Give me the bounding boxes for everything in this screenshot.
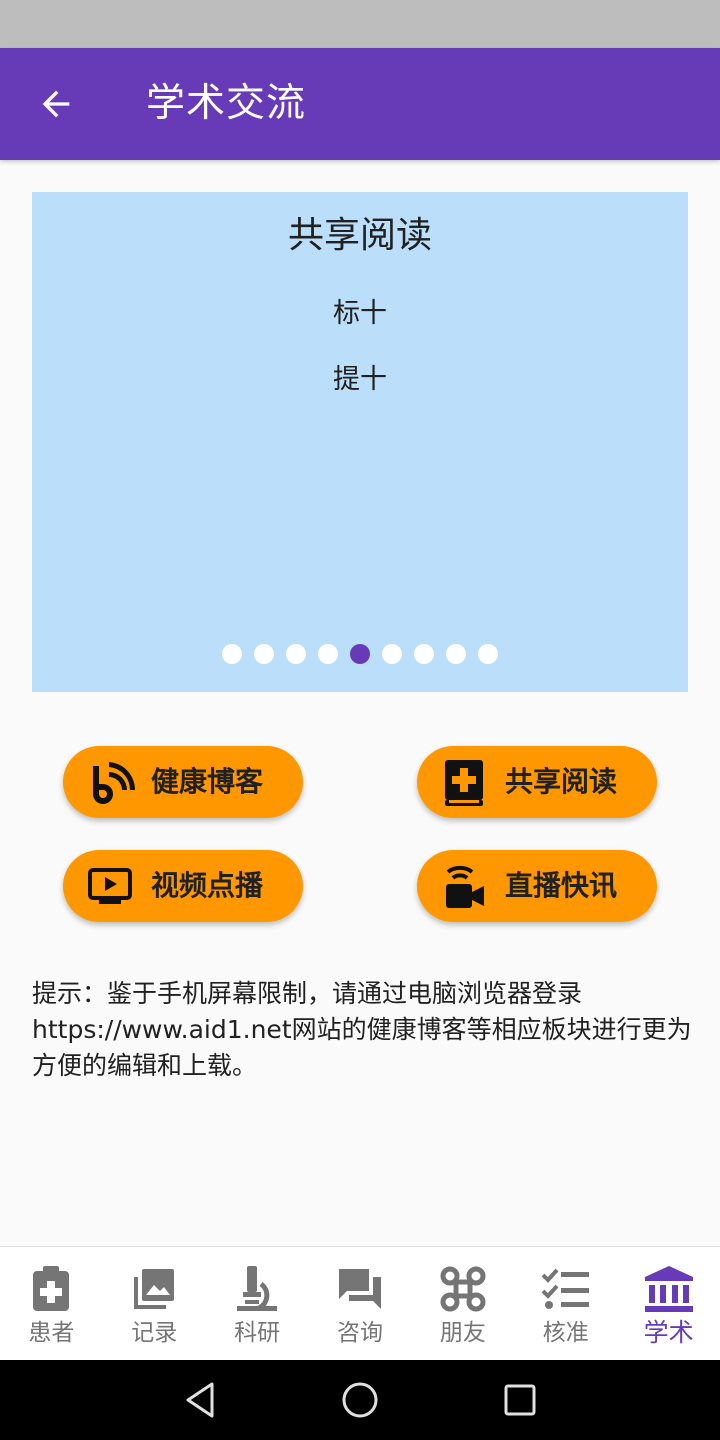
live-news-label: 直播快讯 — [505, 869, 618, 902]
bottom-navigation: 患者 记录 科研 咨询 朋友 核准 学术 — [0, 1246, 720, 1361]
nav-item-friends[interactable]: 朋友 — [411, 1247, 514, 1361]
system-home-button[interactable] — [336, 1376, 384, 1424]
carousel-dot[interactable] — [478, 644, 498, 664]
nav-item-patients[interactable]: 患者 — [0, 1247, 103, 1361]
circle-home-icon — [342, 1382, 378, 1418]
nav-item-consult[interactable]: 咨询 — [309, 1247, 412, 1361]
checklist-icon — [540, 1263, 592, 1315]
nav-label: 学术 — [643, 1318, 694, 1347]
system-navigation-bar — [0, 1360, 720, 1440]
carousel-title: 共享阅读 — [287, 215, 432, 256]
video-play-icon — [85, 862, 135, 912]
triangle-back-icon — [186, 1382, 214, 1418]
system-back-button[interactable] — [176, 1376, 224, 1424]
health-blog-button[interactable]: 健康博客 — [63, 746, 303, 818]
square-recents-icon — [504, 1384, 536, 1416]
carousel-dot[interactable] — [414, 644, 434, 664]
carousel-line-1: 标十 — [333, 298, 387, 329]
carousel-dot[interactable] — [318, 644, 338, 664]
live-camera-icon — [439, 862, 489, 912]
nav-label: 核准 — [542, 1320, 589, 1346]
nav-item-records[interactable]: 记录 — [103, 1247, 206, 1361]
shared-reading-label: 共享阅读 — [505, 765, 618, 798]
command-icon — [437, 1263, 489, 1315]
status-bar — [0, 0, 720, 48]
nav-label: 咨询 — [337, 1320, 383, 1346]
back-button[interactable] — [24, 72, 88, 136]
nav-label: 患者 — [28, 1320, 75, 1346]
chat-bubbles-icon — [334, 1263, 386, 1315]
rss-blog-icon — [85, 758, 135, 808]
video-on-demand-label: 视频点播 — [151, 869, 264, 902]
carousel-dot[interactable] — [382, 644, 402, 664]
carousel-dot[interactable] — [222, 644, 242, 664]
carousel-dot[interactable] — [286, 644, 306, 664]
carousel-dot[interactable] — [446, 644, 466, 664]
microscope-icon — [231, 1263, 283, 1315]
carousel-dot[interactable] — [254, 644, 274, 664]
nav-label: 科研 — [234, 1320, 281, 1346]
health-blog-label: 健康博客 — [151, 765, 264, 798]
carousel-line-2: 提十 — [333, 364, 387, 395]
photo-library-icon — [128, 1263, 180, 1315]
carousel-banner[interactable]: 共享阅读 标十 提十 — [32, 192, 688, 692]
system-recents-button[interactable] — [496, 1376, 544, 1424]
nav-item-academic[interactable]: 学术 — [617, 1247, 720, 1361]
medical-book-icon — [439, 758, 489, 808]
video-on-demand-button[interactable]: 视频点播 — [63, 850, 303, 922]
nav-item-approve[interactable]: 核准 — [514, 1247, 617, 1361]
clipboard-plus-icon — [25, 1263, 77, 1315]
nav-item-research[interactable]: 科研 — [206, 1247, 309, 1361]
nav-label: 朋友 — [439, 1320, 486, 1346]
carousel-indicator — [32, 644, 688, 668]
institution-icon — [643, 1263, 695, 1315]
page-title: 学术交流 — [146, 81, 307, 126]
shared-reading-button[interactable]: 共享阅读 — [417, 746, 657, 818]
live-news-button[interactable]: 直播快讯 — [417, 850, 657, 922]
arrow-left-icon — [42, 90, 70, 118]
nav-label: 记录 — [131, 1320, 178, 1346]
carousel-dot[interactable] — [350, 644, 370, 664]
notice-text: 提示：鉴于手机屏幕限制，请通过电脑浏览器登录https://www.aid1.n… — [32, 979, 692, 1080]
app-bar: 学术交流 — [0, 48, 720, 160]
